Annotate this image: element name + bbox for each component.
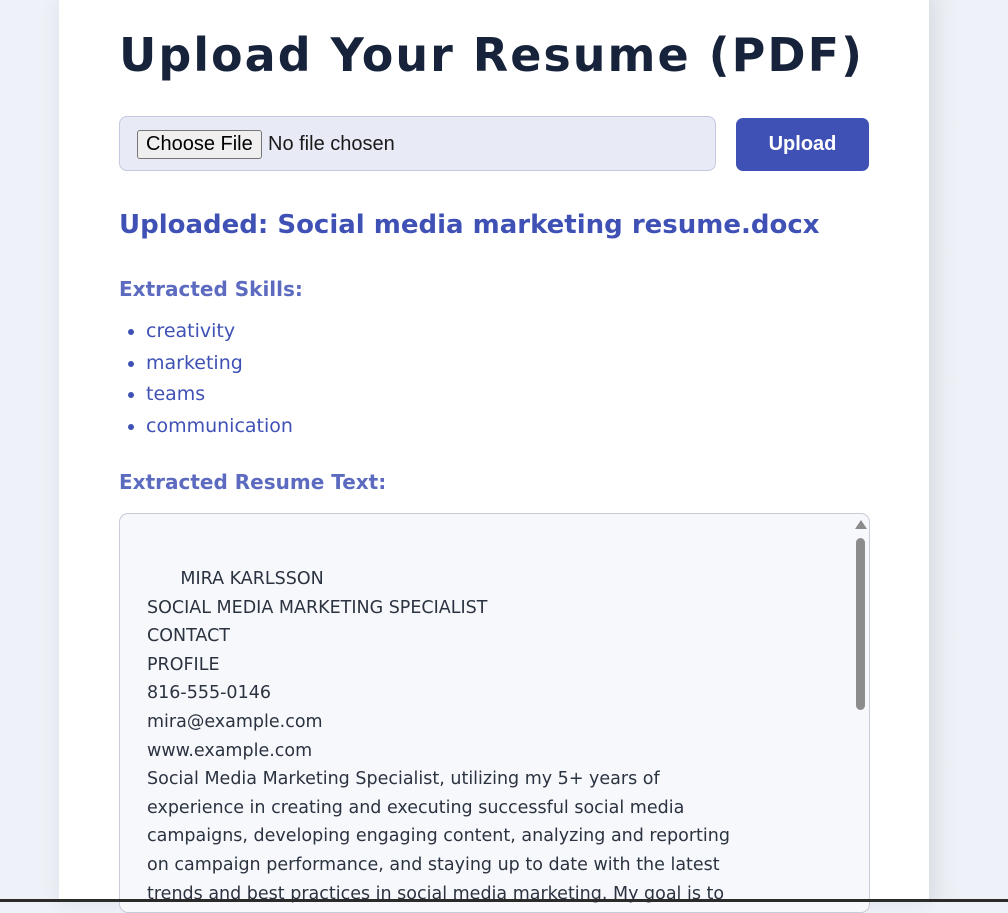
scroll-up-arrow-icon[interactable]: [855, 520, 867, 529]
skill-item: creativity: [146, 316, 293, 348]
extracted-skills-heading: Extracted Skills:: [119, 277, 303, 301]
extracted-text-heading: Extracted Resume Text:: [119, 470, 387, 494]
skills-list: creativity marketing teams communication: [119, 316, 293, 442]
skill-item: teams: [146, 379, 293, 411]
choose-file-button[interactable]: Choose File: [137, 130, 262, 159]
upload-button[interactable]: Upload: [736, 118, 869, 171]
upload-card: Upload Your Resume (PDF) Choose File No …: [59, 0, 929, 913]
uploaded-file-heading: Uploaded: Social media marketing resume.…: [119, 210, 820, 240]
skill-item: communication: [146, 411, 293, 443]
file-input[interactable]: Choose File No file chosen: [119, 116, 716, 171]
scroll-thumb[interactable]: [856, 538, 865, 710]
resume-text-content: MIRA KARLSSON SOCIAL MEDIA MARKETING SPE…: [147, 569, 730, 904]
resume-text-area[interactable]: MIRA KARLSSON SOCIAL MEDIA MARKETING SPE…: [119, 513, 870, 913]
page-background-shadow: [929, 0, 959, 902]
file-status-text: No file chosen: [268, 133, 395, 155]
page-title: Upload Your Resume (PDF): [119, 28, 865, 82]
vertical-scrollbar[interactable]: [852, 514, 869, 912]
skill-item: marketing: [146, 348, 293, 380]
